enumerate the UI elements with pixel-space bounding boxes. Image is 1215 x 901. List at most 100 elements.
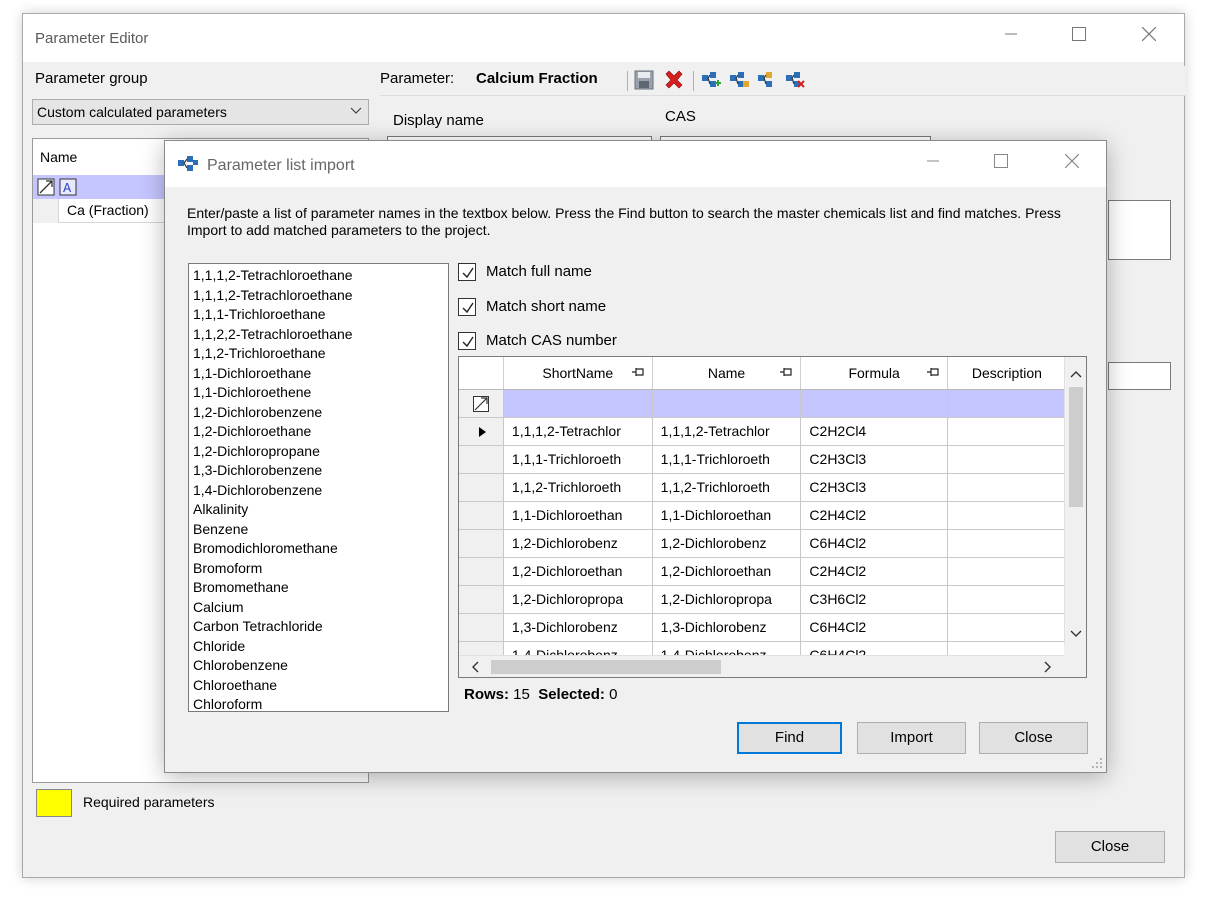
column-header-formula[interactable]: Formula (800, 357, 948, 390)
resize-grip-icon[interactable] (1092, 758, 1102, 768)
units-field[interactable] (1108, 362, 1171, 390)
name-cell[interactable]: 1,1,1,2-Tetrachlor (652, 417, 802, 446)
name-cell[interactable]: 1,2-Dichlorobenz (652, 529, 802, 558)
row-header[interactable] (459, 501, 504, 530)
name-cell[interactable]: 1,2-Dichloroethan (652, 557, 802, 586)
column-header-name[interactable]: Name (652, 357, 802, 390)
import-button[interactable]: Import (857, 722, 966, 754)
scroll-left-icon[interactable] (471, 661, 479, 673)
name-cell[interactable]: 1,2-Dichloropropa (652, 585, 802, 614)
checkbox-box[interactable] (458, 298, 476, 316)
formula-cell[interactable]: C2H3Cl3 (800, 445, 948, 474)
formula-cell[interactable]: C2H2Cl4 (800, 417, 948, 446)
vertical-scrollbar[interactable] (1064, 357, 1086, 647)
vertical-scroll-thumb[interactable] (1069, 387, 1083, 507)
table-row[interactable]: 1,1,1,2-Tetrachlor 1,1,1,2-Tetrachlor C2H2… (459, 417, 1086, 446)
table-row[interactable]: 1,2-Dichloropropa 1,2-Dichloropropa C3H6Cl… (459, 585, 1086, 614)
table-row[interactable]: 1,1-Dichloroethan 1,1-Dichloroethan C2H4Cl… (459, 501, 1086, 530)
formula-cell[interactable]: C2H3Cl3 (800, 473, 948, 502)
dialog-maximize-button[interactable] (978, 141, 1024, 181)
shortname-cell[interactable]: 1,2-Dichloroethan (503, 557, 653, 586)
formula-cell[interactable]: C3H6Cl2 (800, 585, 948, 614)
description-field[interactable] (1108, 200, 1171, 260)
filter-cell[interactable] (800, 389, 948, 418)
name-cell[interactable]: 1,3-Dichlorobenz (652, 613, 802, 642)
dialog-minimize-button[interactable] (910, 141, 956, 181)
name-cell[interactable]: 1,1,2-Trichloroeth (652, 473, 802, 502)
match-full-name-label[interactable]: Match full name (486, 263, 592, 280)
filter-icon[interactable] (37, 178, 55, 196)
shortname-cell[interactable]: 1,1,1-Trichloroeth (503, 445, 653, 474)
row-header[interactable] (33, 199, 59, 223)
row-header[interactable] (459, 473, 504, 502)
row-header[interactable] (459, 445, 504, 474)
pin-icon[interactable] (926, 367, 939, 377)
row-header[interactable] (459, 529, 504, 558)
parameter-group-value: Custom calculated parameters (37, 104, 227, 120)
shortname-cell[interactable]: 1,1-Dichloroethan (503, 501, 653, 530)
dialog-close-window-button[interactable] (1049, 141, 1095, 181)
dialog-close-button[interactable]: Close (979, 722, 1088, 754)
save-icon[interactable] (633, 69, 655, 91)
formula-cell[interactable]: C6H4Cl2 (800, 613, 948, 642)
shortname-cell[interactable]: 1,1,2-Trichloroeth (503, 473, 653, 502)
maximize-button[interactable] (1056, 14, 1102, 54)
scroll-right-icon[interactable] (1044, 661, 1052, 673)
column-header-shortname[interactable]: ShortName (503, 357, 653, 390)
scroll-up-icon[interactable] (1070, 370, 1082, 378)
horizontal-scrollbar[interactable] (459, 655, 1066, 677)
table-row[interactable]: 1,2-Dichlorobenz 1,2-Dichlorobenz C6H4Cl2 (459, 529, 1086, 558)
name-cell[interactable]: 1,1,1-Trichloroeth (652, 445, 802, 474)
shortname-cell[interactable]: 1,3-Dichlorobenz (503, 613, 653, 642)
pin-icon[interactable] (780, 367, 793, 377)
scroll-down-icon[interactable] (1070, 630, 1082, 638)
svg-text:A: A (63, 181, 72, 195)
close-button[interactable]: Close (1055, 831, 1165, 863)
row-header[interactable] (459, 557, 504, 586)
shortname-cell[interactable]: 1,1,1,2-Tetrachlor (503, 417, 653, 446)
row-header[interactable] (459, 585, 504, 614)
minimize-button[interactable] (988, 14, 1034, 54)
find-button[interactable]: Find (737, 722, 842, 754)
checkbox-box[interactable] (458, 263, 476, 281)
parameter-group-select[interactable]: Custom calculated parameters (32, 99, 369, 125)
close-window-button[interactable] (1126, 14, 1172, 54)
text-filter-icon[interactable]: A (59, 178, 77, 196)
shortname-cell[interactable]: 1,2-Dichlorobenz (503, 529, 653, 558)
pin-icon[interactable] (631, 367, 644, 377)
checkbox-box[interactable] (458, 332, 476, 350)
match-cas-number-label[interactable]: Match CAS number (486, 332, 617, 349)
window-title: Parameter Editor (35, 30, 149, 47)
shortname-cell[interactable]: 1,2-Dichloropropa (503, 585, 653, 614)
parameter-name-line: 1,1,1,2-Tetrachloroethane (193, 286, 353, 303)
name-cell[interactable]: 1,1-Dichloroethan (652, 501, 802, 530)
selected-count: 0 (609, 686, 618, 703)
parameter-name-line: Bromomethane (193, 579, 289, 595)
row-header[interactable] (459, 417, 504, 446)
horizontal-scroll-thumb[interactable] (491, 660, 721, 674)
table-row[interactable]: 1,3-Dichlorobenz 1,3-Dichlorobenz C6H4Cl2 (459, 613, 1086, 642)
column-header-name[interactable]: Name (40, 149, 77, 165)
row-header[interactable] (459, 613, 504, 642)
parameter-group-label: Parameter group (35, 70, 148, 87)
filter-icon[interactable] (473, 395, 489, 412)
filter-cell[interactable] (503, 389, 653, 418)
remove-parameter-icon[interactable] (784, 69, 806, 91)
delete-icon[interactable] (663, 69, 685, 91)
table-row[interactable]: 1,1,2-Trichloroeth 1,1,2-Trichloroeth C2H3… (459, 473, 1086, 502)
filter-row[interactable] (459, 389, 1086, 418)
formula-cell[interactable]: C6H4Cl2 (800, 529, 948, 558)
row-header[interactable] (459, 389, 504, 418)
formula-cell[interactable]: C2H4Cl2 (800, 501, 948, 530)
filter-cell[interactable] (652, 389, 802, 418)
matches-grid[interactable]: ShortName Name Formula Description 1,1,1… (458, 356, 1087, 678)
add-parameter-icon[interactable] (700, 69, 722, 91)
table-row[interactable]: 1,2-Dichloroethan 1,2-Dichloroethan C2H4Cl… (459, 557, 1086, 586)
match-short-name-label[interactable]: Match short name (486, 298, 606, 315)
edit-parameter-icon[interactable] (756, 69, 778, 91)
table-row[interactable]: 1,1,1-Trichloroeth 1,1,1-Trichloroeth C2H3… (459, 445, 1086, 474)
import-list-icon[interactable] (728, 69, 750, 91)
parameter-names-textbox[interactable]: 1,1,1,2-Tetrachloroethane 1,1,1,2-Tetrach… (188, 263, 449, 712)
parameter-name-cell[interactable]: Ca (Fraction) (67, 202, 149, 218)
formula-cell[interactable]: C2H4Cl2 (800, 557, 948, 586)
